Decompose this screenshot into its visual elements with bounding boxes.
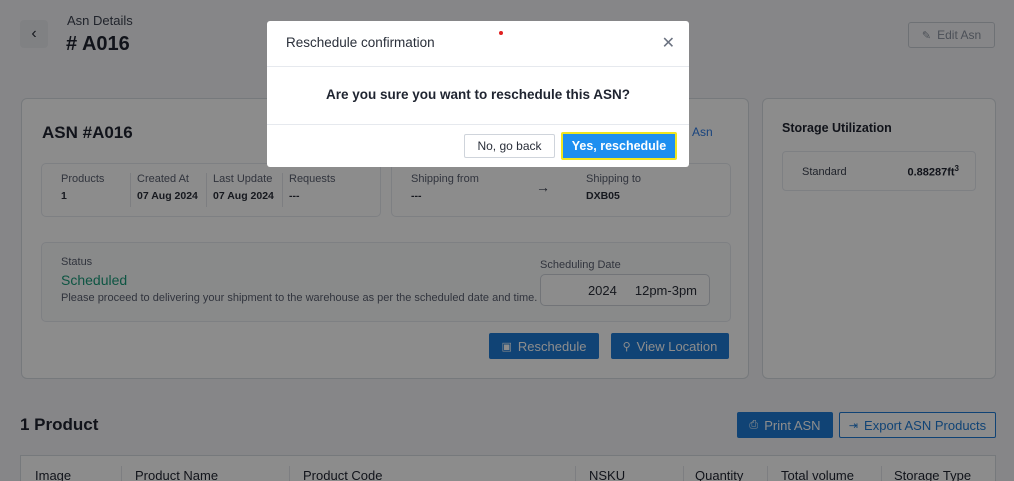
- divider: [267, 124, 689, 125]
- asn-details-page: ‹ Asn Details # A016 ✎ Edit Asn ASN #A01…: [0, 0, 1014, 481]
- modal-title: Reschedule confirmation: [286, 35, 435, 50]
- divider: [267, 66, 689, 67]
- modal-question: Are you sure you want to reschedule this…: [325, 87, 631, 102]
- yes-reschedule-button[interactable]: Yes, reschedule: [561, 132, 677, 160]
- close-icon[interactable]: ✕: [662, 33, 675, 53]
- indicator-dot: [499, 31, 503, 35]
- no-go-back-button[interactable]: No, go back: [464, 134, 555, 158]
- reschedule-confirmation-modal: Reschedule confirmation ✕ Are you sure y…: [267, 21, 689, 167]
